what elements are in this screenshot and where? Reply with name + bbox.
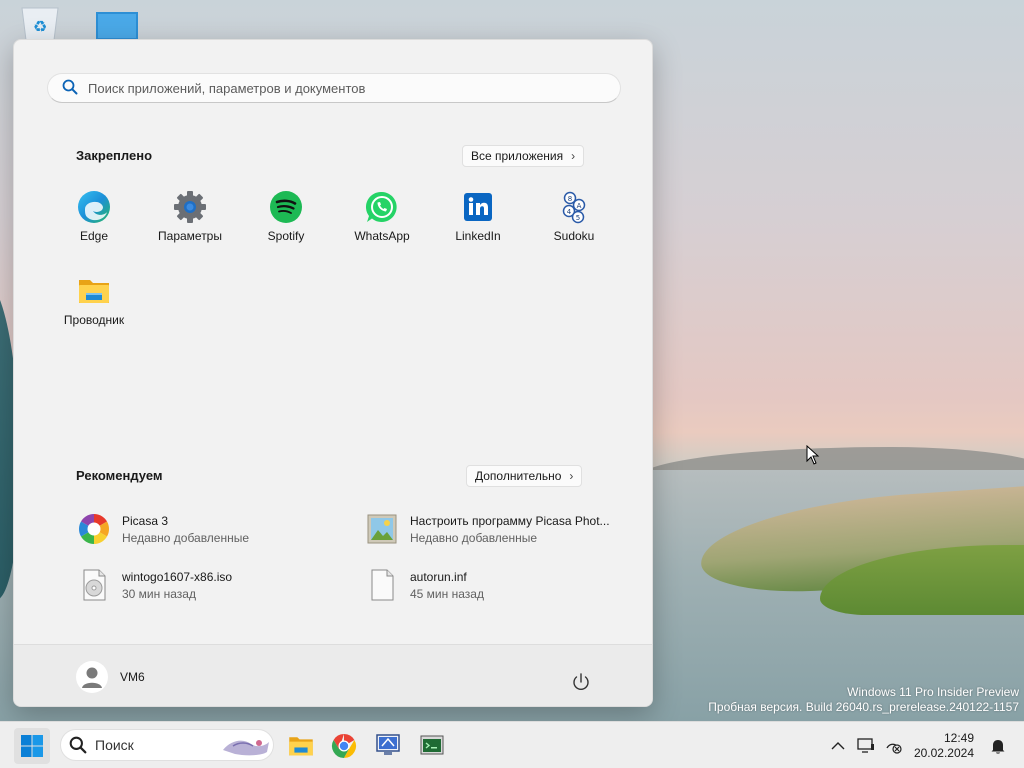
user-account-button[interactable]: VM6 <box>76 661 145 693</box>
recommended-item-name: wintogo1607-x86.iso <box>122 569 233 584</box>
recommended-item-name: Настроить программу Picasa Phot... <box>410 513 610 528</box>
taskbar-search-label: Поиск <box>95 737 134 753</box>
pinned-app-linkedin[interactable]: LinkedIn <box>430 190 526 270</box>
taskbar-file-explorer[interactable] <box>283 728 319 764</box>
tray-monitor-icon <box>857 737 874 753</box>
chevron-right-icon: › <box>569 469 574 483</box>
show-hidden-icons-button[interactable] <box>824 731 852 761</box>
gear-icon <box>174 191 206 223</box>
svg-text:4: 4 <box>567 208 572 216</box>
power-icon <box>573 673 589 691</box>
recycle-bin-icon[interactable]: ♻ <box>20 6 62 41</box>
start-search-box[interactable] <box>47 73 621 103</box>
picasa-icon <box>78 514 110 544</box>
build-watermark: Windows 11 Pro Insider Preview Пробная в… <box>708 685 1019 715</box>
taskbar-app-monitor[interactable] <box>370 728 406 764</box>
pinned-app-whatsapp[interactable]: WhatsApp <box>334 190 430 270</box>
watermark-line-2: Пробная версия. Build 26040.rs_prereleas… <box>708 700 1019 714</box>
network-status-button[interactable] <box>880 731 908 761</box>
clock[interactable]: 12:49 20.02.2024 <box>914 731 974 761</box>
spotify-icon <box>270 191 302 223</box>
more-button[interactable]: Дополнительно › <box>466 465 583 487</box>
search-input[interactable] <box>88 80 588 96</box>
all-apps-label: Все приложения <box>471 149 564 163</box>
start-menu: Закреплено Все приложения › Edge <box>13 39 653 707</box>
system-tray: 12:49 20.02.2024 <box>824 722 1024 768</box>
file-icon <box>371 569 394 601</box>
pinned-app-label: Проводник <box>63 313 125 327</box>
taskbar-chrome[interactable] <box>326 728 362 764</box>
windows-logo-icon <box>21 735 43 757</box>
pinned-app-label: Sudoku <box>553 229 595 243</box>
terminal-app-icon <box>420 735 444 755</box>
pinned-app-settings[interactable]: Параметры <box>142 190 238 270</box>
recommended-item[interactable]: Настроить программу Picasa Phot... Недав… <box>366 509 636 549</box>
avatar <box>76 661 108 693</box>
bell-icon <box>991 739 1005 754</box>
search-highlight-icon <box>223 740 269 756</box>
picture-icon <box>367 514 397 544</box>
pinned-app-label: Параметры <box>158 229 222 243</box>
start-menu-footer: VM6 <box>14 644 652 706</box>
clock-time: 12:49 <box>943 730 974 745</box>
chrome-icon <box>331 734 357 758</box>
recommended-item-name: Picasa 3 <box>122 513 169 528</box>
whatsapp-icon <box>365 191 397 222</box>
notifications-button[interactable] <box>984 731 1012 761</box>
recommended-item-time: Недавно добавленные <box>410 530 538 545</box>
recommended-item-name: autorun.inf <box>410 569 467 584</box>
pinned-app-edge[interactable]: Edge <box>46 190 142 270</box>
sudoku-icon: 8 A 4 5 <box>562 191 586 224</box>
edge-icon <box>78 191 110 223</box>
all-apps-button[interactable]: Все приложения › <box>462 145 585 167</box>
recommended-item-time: 30 мин назад <box>122 586 196 601</box>
recommended-item-time: 45 мин назад <box>410 586 484 601</box>
taskbar: Поиск 12:49 20.02.2024 <box>0 721 1024 768</box>
pinned-app-spotify[interactable]: Spotify <box>238 190 334 270</box>
file-explorer-icon <box>289 737 313 756</box>
pinned-app-label: LinkedIn <box>455 229 501 243</box>
user-name: VM6 <box>120 670 145 684</box>
recommended-item[interactable]: autorun.inf 45 мин назад <box>366 565 636 605</box>
recommended-item[interactable]: Picasa 3 Недавно добавленные <box>78 509 348 549</box>
mouse-cursor-icon <box>806 444 820 468</box>
watermark-line-1: Windows 11 Pro Insider Preview <box>847 685 1019 699</box>
pinned-app-label: Spotify <box>267 229 305 243</box>
recommended-item[interactable]: wintogo1607-x86.iso 30 мин назад <box>78 565 348 605</box>
pinned-app-label: WhatsApp <box>354 229 410 243</box>
more-label: Дополнительно <box>475 469 562 483</box>
pinned-app-sudoku[interactable]: 8 A 4 5 Sudoku <box>526 190 622 270</box>
search-icon <box>62 79 78 98</box>
search-icon <box>69 736 87 754</box>
pinned-section-title: Закреплено <box>76 148 153 163</box>
svg-text:♻: ♻ <box>33 17 47 36</box>
svg-text:5: 5 <box>576 214 580 222</box>
chevron-right-icon: › <box>571 149 576 163</box>
app-monitor-icon <box>376 734 400 755</box>
linkedin-icon <box>464 193 492 221</box>
pinned-app-label: Edge <box>79 229 109 243</box>
chevron-up-icon <box>831 741 845 749</box>
taskbar-search[interactable]: Поиск <box>60 729 274 761</box>
start-button[interactable] <box>14 728 50 764</box>
recommended-item-time: Недавно добавленные <box>122 530 250 545</box>
pinned-app-explorer[interactable]: Проводник <box>46 274 142 354</box>
svg-text:8: 8 <box>568 195 572 203</box>
clock-date: 20.02.2024 <box>913 745 974 760</box>
taskbar-terminal-app[interactable] <box>414 728 450 764</box>
folder-icon <box>79 280 109 303</box>
network-disconnected-icon <box>886 743 902 754</box>
tray-monitor-button[interactable] <box>852 731 880 761</box>
power-button[interactable] <box>570 671 592 693</box>
svg-text:A: A <box>577 202 582 210</box>
recommended-section-title: Рекомендуем <box>76 468 163 483</box>
disc-image-icon <box>83 569 106 601</box>
